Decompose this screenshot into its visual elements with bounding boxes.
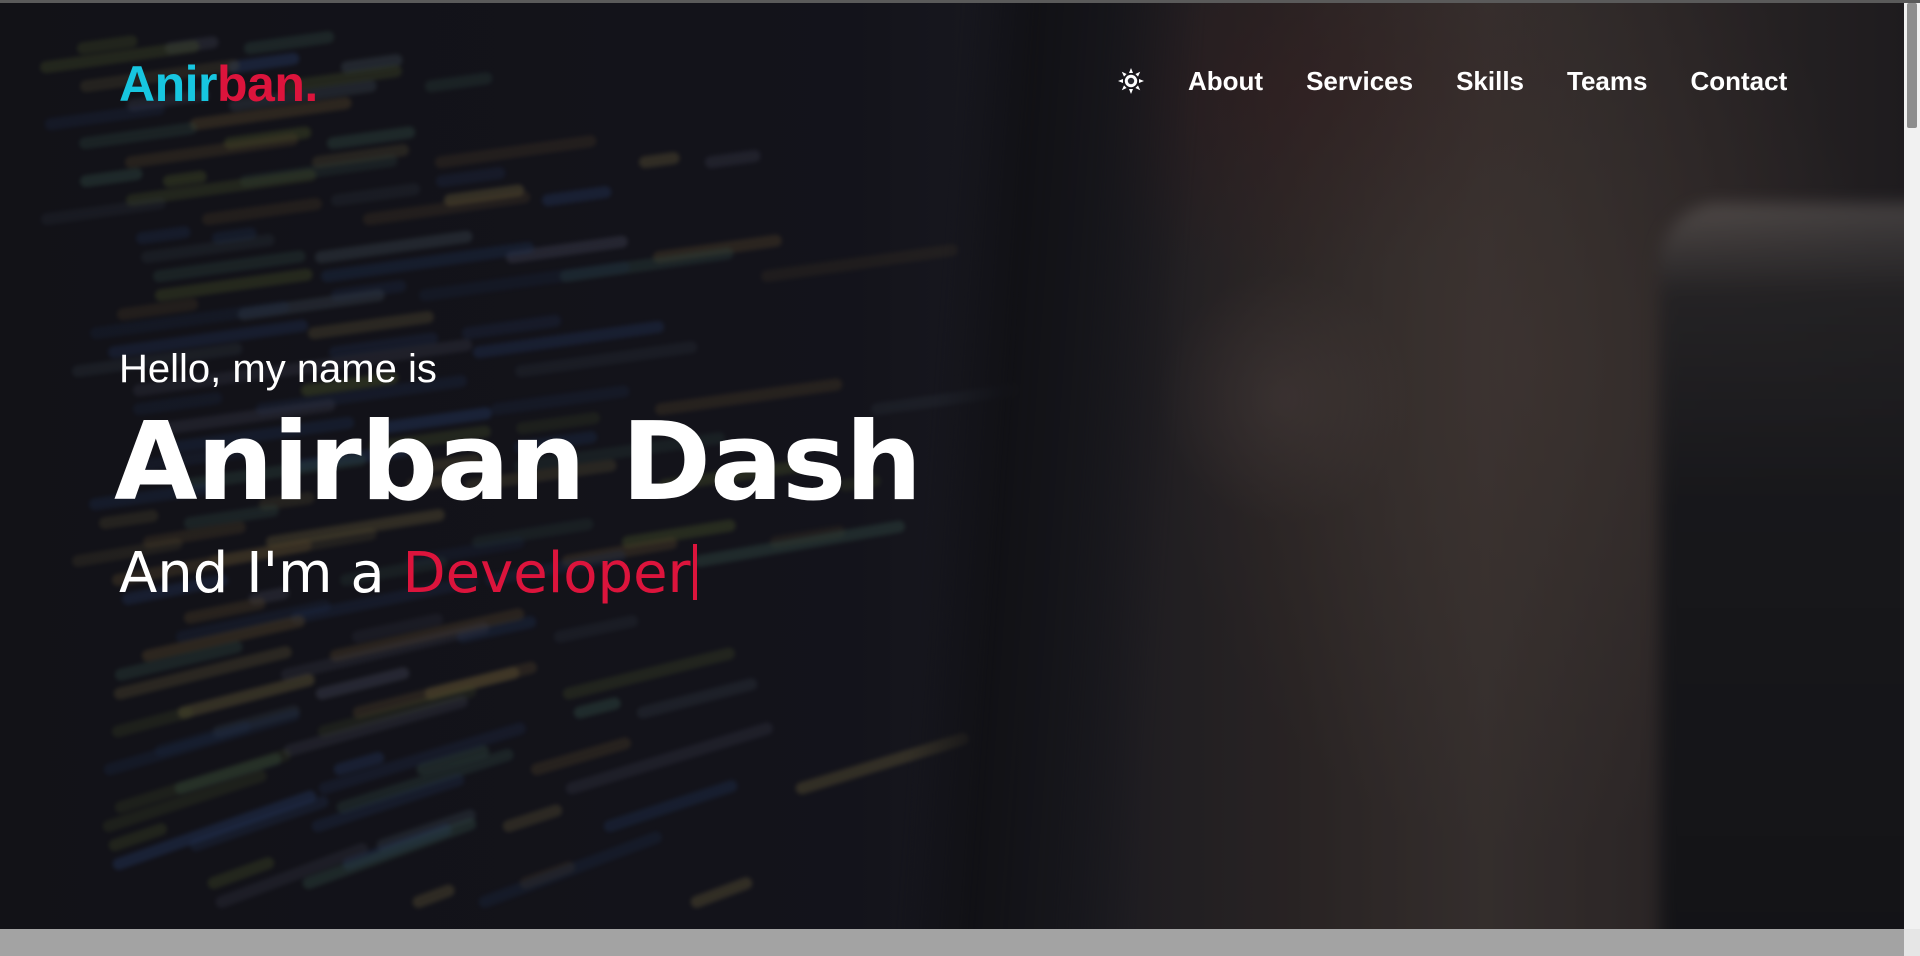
vertical-scrollbar[interactable] bbox=[1904, 3, 1920, 929]
theme-toggle-button[interactable] bbox=[1117, 67, 1145, 95]
hero-intro-text: Hello, my name is bbox=[119, 347, 437, 391]
brand-logo-dot: . bbox=[304, 56, 318, 112]
horizontal-scrollbar-thumb[interactable] bbox=[0, 929, 1904, 956]
window-top-border bbox=[0, 0, 1920, 3]
horizontal-scrollbar[interactable] bbox=[0, 929, 1920, 956]
nav-link-teams[interactable]: Teams bbox=[1567, 61, 1647, 101]
nav-link-services[interactable]: Services bbox=[1306, 61, 1413, 101]
hero-role-typed: Developer bbox=[402, 541, 691, 606]
browser-viewport: Anirban. About Services Skills Teams Con… bbox=[0, 0, 1920, 956]
navbar: Anirban. About Services Skills Teams Con… bbox=[0, 3, 1904, 163]
hero-name-heading: Anirban Dash bbox=[114, 400, 922, 525]
nav-link-contact[interactable]: Contact bbox=[1690, 61, 1787, 101]
hero-role-prefix: And I'm a bbox=[119, 541, 403, 606]
nav-link-skills[interactable]: Skills bbox=[1456, 61, 1524, 101]
brand-logo[interactable]: Anirban. bbox=[119, 54, 318, 114]
typing-cursor bbox=[692, 544, 697, 600]
sun-icon bbox=[1118, 68, 1144, 94]
brand-logo-part-1: Anir bbox=[119, 56, 218, 112]
nav-link-about[interactable]: About bbox=[1188, 61, 1263, 101]
hero-role-line: And I'm a Developer bbox=[119, 540, 697, 608]
scrollbar-corner bbox=[1904, 929, 1920, 956]
brand-logo-part-2: ban bbox=[217, 56, 305, 112]
vertical-scrollbar-thumb[interactable] bbox=[1907, 3, 1917, 128]
nav-links: About Services Skills Teams Contact bbox=[1188, 61, 1787, 101]
